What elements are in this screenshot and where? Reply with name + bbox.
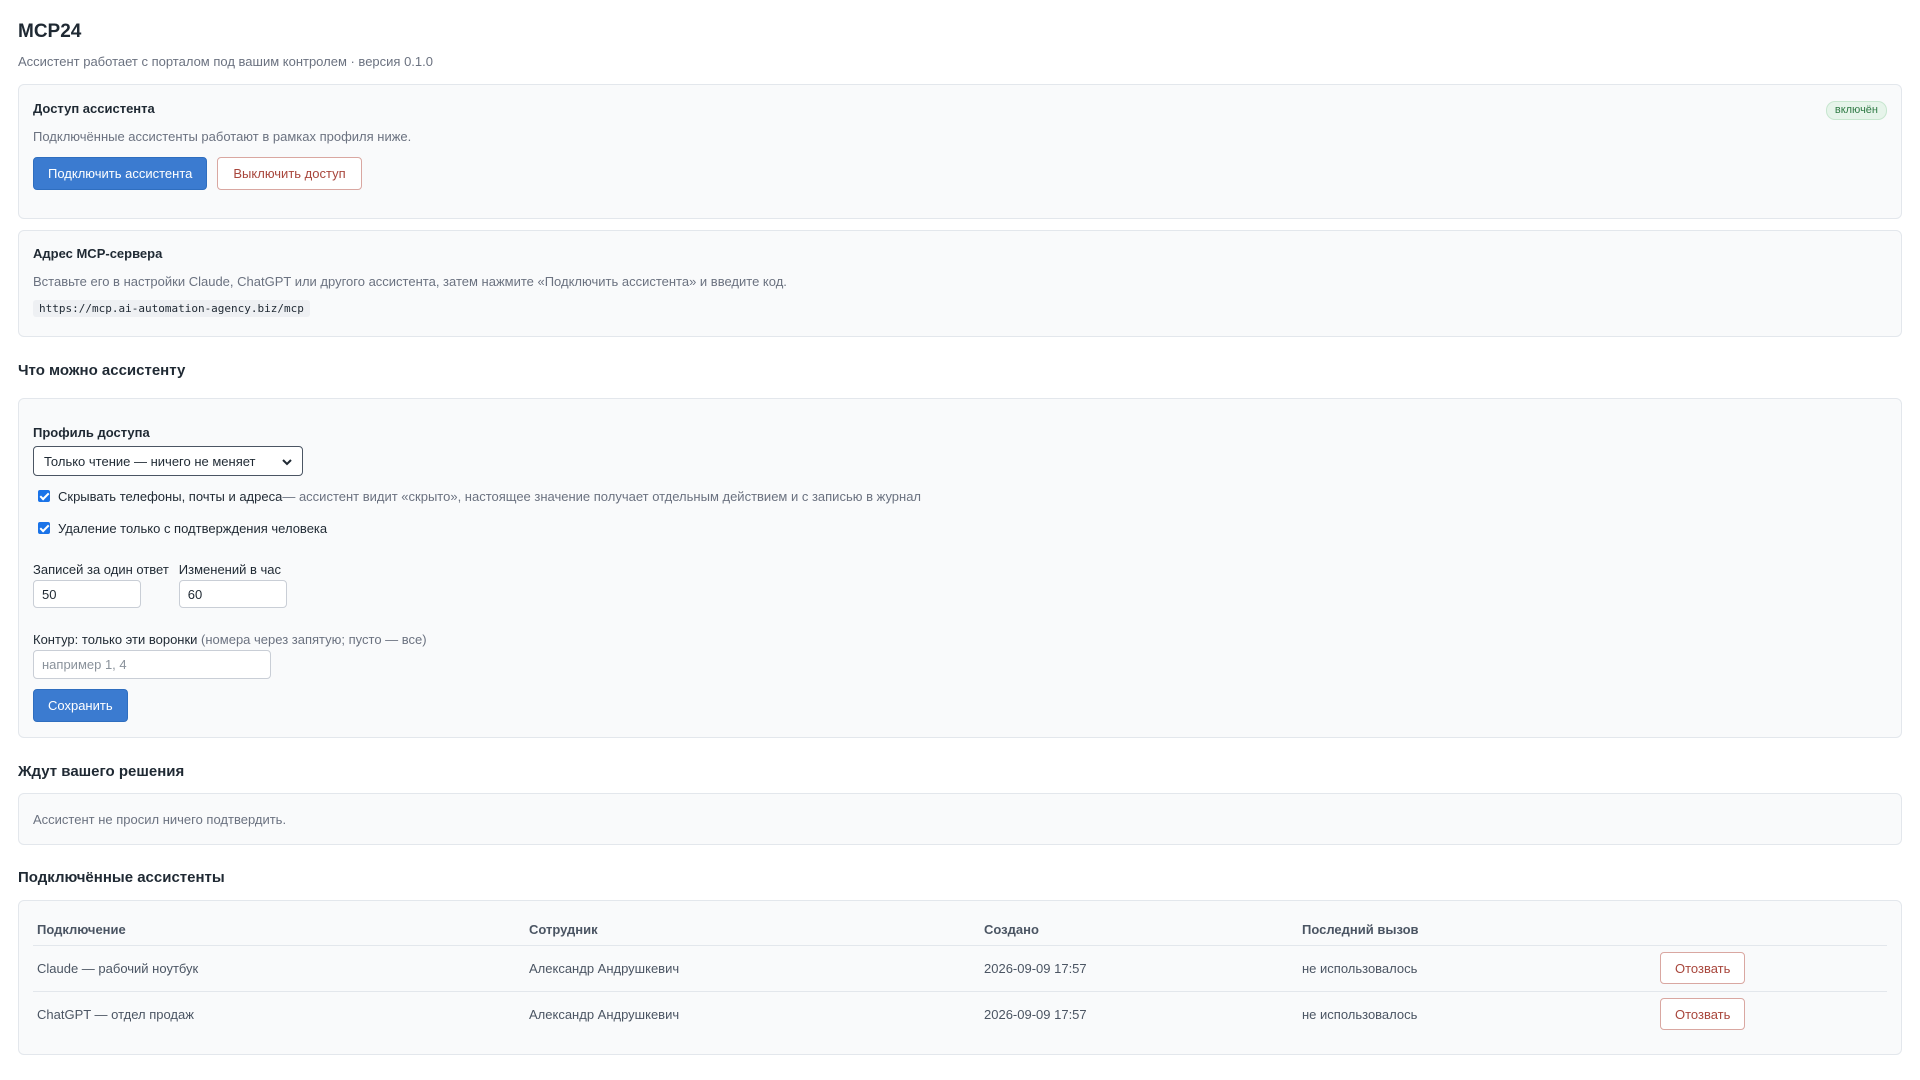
column-header: Подключение [37,922,126,938]
connected-table: Подключение Сотрудник Создано Последний … [33,915,1887,1037]
last-call: не использовалось [1298,944,1656,991]
server-title: Адрес MCP-сервера [33,246,163,261]
pending-heading: Ждут вашего решения [18,763,185,780]
created-at: 2026-09-09 17:57 [980,944,1298,991]
column-header: Сотрудник [529,922,598,938]
pending-empty-text: Ассистент не просил ничего подтвердить. [33,811,287,827]
records-input[interactable] [33,580,141,608]
table-row: ChatGPT — отдел продаж Александр Андрушк… [33,990,1887,1037]
access-title: Доступ ассистента [33,101,155,116]
server-url[interactable]: https://mcp.ai-automation-agency.biz/mcp [33,300,310,317]
hide-contacts-hint: — ассистент видит «скрыто», настоящее зн… [282,488,922,504]
connection-name: ChatGPT — отдел продаж [33,990,525,1037]
records-label: Записей за один ответ [33,562,169,577]
employee-name: Александр Андрушкевич [525,990,980,1037]
pending-card: Ассистент не просил ничего подтвердить. [18,793,1902,845]
changes-label: Изменений в час [178,562,282,577]
contour-label-row: Контур: только эти воронки (номера через… [33,632,1887,648]
contour-hint: (номера через запятую; пусто — все) [197,632,427,647]
profile-select[interactable]: Только чтение — ничего не меняет [33,446,303,476]
limits-row: Записей за один ответ Изменений в час [33,562,1887,608]
access-actions: Подключить ассистента Выключить доступ [33,157,1887,190]
last-call: не использовалось [1298,990,1656,1037]
profile-label: Профиль доступа [33,425,150,440]
contour-input[interactable] [33,650,271,679]
permissions-heading: Что можно ассистенту [18,362,186,379]
save-button[interactable]: Сохранить [33,689,128,722]
profile-select-value: Только чтение — ничего не меняет [44,453,256,469]
hide-contacts-checkbox[interactable] [38,490,50,502]
changes-field: Изменений в час [178,562,287,608]
changes-input[interactable] [178,580,287,608]
confirm-delete-label[interactable]: Удаление только с подтверждения человека [58,521,327,536]
status-badge: включён [1825,101,1887,120]
created-at: 2026-09-09 17:57 [980,990,1298,1037]
access-description: Подключённые ассистенты работают в рамка… [33,129,412,144]
revoke-button[interactable]: Отозвать [1660,952,1746,984]
connected-card: Подключение Сотрудник Создано Последний … [18,900,1902,1055]
disable-access-button[interactable]: Выключить доступ [217,157,362,190]
connected-heading: Подключённые ассистенты [18,869,225,886]
chevron-down-icon [282,454,292,469]
confirm-delete-checkbox[interactable] [38,522,50,534]
connect-assistant-button[interactable]: Подключить ассистента [33,157,208,190]
connection-name: Claude — рабочий ноутбук [33,944,525,991]
records-field: Записей за один ответ [33,562,169,608]
server-card: Адрес MCP-сервера Вставьте его в настрой… [18,230,1902,337]
contour-label: Контур: только эти воронки [33,632,198,647]
hide-contacts-row: Скрывать телефоны, почты и адреса — асси… [33,488,1887,504]
page-subtitle: Ассистент работает с порталом под вашим … [18,54,433,69]
employee-name: Александр Андрушкевич [525,944,980,991]
permissions-card: Профиль доступа Только чтение — ничего н… [18,398,1902,738]
column-header: Последний вызов [1302,922,1419,938]
access-card: Доступ ассистента включён Подключённые а… [18,84,1902,219]
hide-contacts-label[interactable]: Скрывать телефоны, почты и адреса [58,489,282,504]
server-description: Вставьте его в настройки Claude, ChatGPT… [33,274,787,289]
table-row: Claude — рабочий ноутбук Александр Андру… [33,944,1887,991]
page-title: MCP24 [18,21,82,42]
confirm-delete-row: Удаление только с подтверждения человека [33,520,1887,536]
page: MCP24 Ассистент работает с порталом под … [18,20,1902,1055]
revoke-button[interactable]: Отозвать [1660,998,1746,1031]
column-header: Создано [984,922,1039,938]
